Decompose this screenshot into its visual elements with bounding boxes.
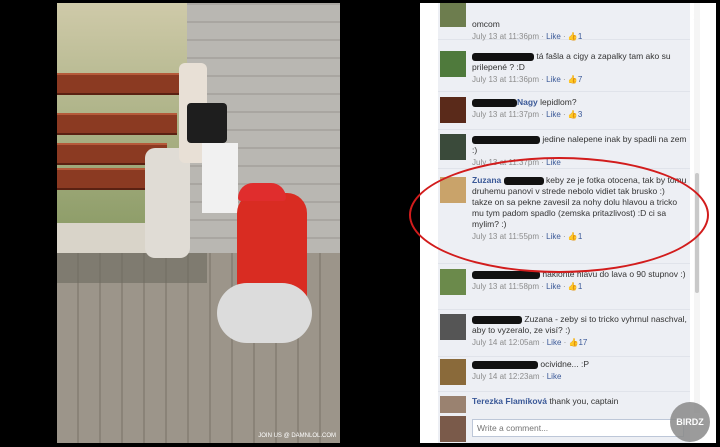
thumbs-up-icon[interactable]: 👍: [569, 338, 579, 347]
avatar[interactable]: [440, 177, 466, 203]
comments-panel: × omcom July 13 at 11:36pm · Like · 👍1 t…: [420, 3, 716, 443]
comment-time[interactable]: July 13 at 11:37pm: [472, 158, 539, 167]
comment-text: Zuzana - zeby si to tricko vyhrnul nasch…: [472, 314, 687, 348]
photo-people: [145, 148, 190, 258]
thumbs-up-icon[interactable]: 👍: [568, 110, 578, 119]
thumbs-up-icon[interactable]: 👍: [568, 232, 578, 241]
scrollbar-thumb[interactable]: [695, 173, 699, 293]
photo-red-cap: [238, 183, 286, 201]
avatar[interactable]: [440, 359, 466, 385]
comment-body: omcom: [472, 19, 500, 29]
comment-meta: July 13 at 11:36pm · Like · 👍7: [472, 75, 583, 84]
like-link[interactable]: Like: [546, 110, 561, 119]
comment-author[interactable]: Nagy: [517, 97, 538, 107]
write-comment-box: [438, 413, 690, 443]
comment-body: thank you, captain: [549, 396, 619, 406]
redacted-name: [472, 270, 540, 279]
like-count[interactable]: 3: [578, 110, 582, 119]
like-link[interactable]: Like: [547, 372, 562, 381]
comment-time[interactable]: July 13 at 11:58pm: [472, 282, 539, 291]
comment-time[interactable]: July 14 at 12:05am: [472, 338, 540, 347]
like-link[interactable]: Like: [546, 282, 561, 291]
comment-input[interactable]: [472, 419, 684, 437]
avatar[interactable]: [440, 134, 466, 160]
comment-text: Terezka Flamíková thank you, captain: [472, 396, 687, 407]
avatar[interactable]: [440, 97, 466, 123]
like-link[interactable]: Like: [546, 158, 561, 167]
avatar[interactable]: [440, 51, 466, 77]
comment-text: tá fašla a cigy a zapalky tam ako su pri…: [472, 51, 687, 85]
like-link[interactable]: Like: [547, 338, 562, 347]
avatar[interactable]: [440, 396, 466, 413]
like-link[interactable]: Like: [546, 32, 561, 41]
comment-item: omcom July 13 at 11:36pm · Like · 👍1: [438, 3, 690, 42]
comment-item: naklonte hlavu do lava o 90 stupnov :) J…: [438, 265, 690, 310]
comment-list: omcom July 13 at 11:36pm · Like · 👍1 tá …: [438, 3, 690, 413]
comment-item: Zuzana - zeby si to tricko vyhrnul nasch…: [438, 310, 690, 357]
comment-time[interactable]: July 13 at 11:36pm: [472, 32, 539, 41]
thumbs-up-icon[interactable]: 👍: [568, 282, 578, 291]
photo-shadow: [57, 253, 207, 283]
photo-pipe: [57, 73, 192, 95]
photo-photographer-pants: [217, 283, 312, 343]
comment-meta: July 13 at 11:36pm · Like · 👍1: [472, 32, 583, 41]
redacted-name: [472, 135, 540, 144]
like-count[interactable]: 1: [578, 232, 582, 241]
comment-meta: July 14 at 12:23am · Like: [472, 372, 562, 381]
comment-item: Zuzana keby ze je fotka otocena, tak by …: [438, 171, 690, 264]
photo-hanging-man-shirt: [187, 103, 227, 143]
redacted-name: [472, 360, 538, 369]
comment-meta: July 13 at 11:37pm · Like · 👍3: [472, 110, 583, 119]
photo-pipe: [57, 113, 177, 135]
comment-item: tá fašla a cigy a zapalky tam ako su pri…: [438, 47, 690, 92]
avatar[interactable]: [440, 3, 466, 27]
comment-meta: July 14 at 12:05am · Like · 👍17: [472, 338, 588, 347]
photo-pipe: [57, 168, 157, 190]
like-link[interactable]: Like: [546, 75, 561, 84]
avatar[interactable]: [440, 314, 466, 340]
redacted-name: [503, 176, 544, 185]
comment-text: Nagy lepidlom? July 13 at 11:37pm · Like…: [472, 97, 687, 120]
like-link[interactable]: Like: [546, 232, 561, 241]
like-count[interactable]: 1: [578, 32, 582, 41]
comment-text: naklonte hlavu do lava o 90 stupnov :) J…: [472, 269, 687, 292]
comment-time[interactable]: July 13 at 11:37pm: [472, 110, 539, 119]
thumbs-up-icon[interactable]: 👍: [568, 75, 578, 84]
comment-body: ocividne... :P: [540, 359, 590, 369]
comment-text: omcom July 13 at 11:36pm · Like · 👍1: [472, 19, 687, 42]
like-count[interactable]: 7: [578, 75, 582, 84]
avatar[interactable]: [440, 269, 466, 295]
comment-item: ocividne... :P July 14 at 12:23am · Like: [438, 355, 690, 392]
comment-text: Zuzana keby ze je fotka otocena, tak by …: [472, 175, 687, 242]
comment-body: naklonte hlavu do lava o 90 stupnov :): [542, 269, 686, 279]
comment-meta: July 13 at 11:37pm · Like: [472, 158, 561, 167]
comment-item: Nagy lepidlom? July 13 at 11:37pm · Like…: [438, 93, 690, 130]
comment-body: lepidlom?: [540, 97, 577, 107]
birdz-logo: BIRDZ: [670, 402, 710, 442]
photo: JOIN US @ DAMNLOL.COM: [57, 3, 340, 443]
redacted-name: [472, 98, 517, 107]
comment-meta: July 13 at 11:55pm · Like · 👍1: [472, 232, 583, 241]
photo-watermark: JOIN US @ DAMNLOL.COM: [258, 433, 336, 439]
like-count[interactable]: 1: [578, 282, 582, 291]
comment-text: ocividne... :P July 14 at 12:23am · Like: [472, 359, 687, 382]
comment-text: jedine nalepene inak by spadli na zem :)…: [472, 134, 687, 168]
redacted-name: [472, 315, 522, 324]
comment-time[interactable]: July 13 at 11:55pm: [472, 232, 539, 241]
comment-item: jedine nalepene inak by spadli na zem :)…: [438, 130, 690, 169]
photo-hanging-man-shorts: [202, 143, 238, 213]
comment-time[interactable]: July 14 at 12:23am: [472, 372, 540, 381]
comment-author[interactable]: Terezka Flamíková: [472, 396, 547, 406]
avatar: [440, 416, 466, 442]
comment-item: Terezka Flamíková thank you, captain: [438, 392, 690, 413]
like-count[interactable]: 17: [578, 338, 587, 347]
redacted-name: [472, 52, 534, 61]
comment-author[interactable]: Zuzana: [472, 175, 501, 185]
thumbs-up-icon[interactable]: 👍: [568, 32, 578, 41]
comment-time[interactable]: July 13 at 11:36pm: [472, 75, 539, 84]
comment-meta: July 13 at 11:58pm · Like · 👍1: [472, 282, 583, 291]
